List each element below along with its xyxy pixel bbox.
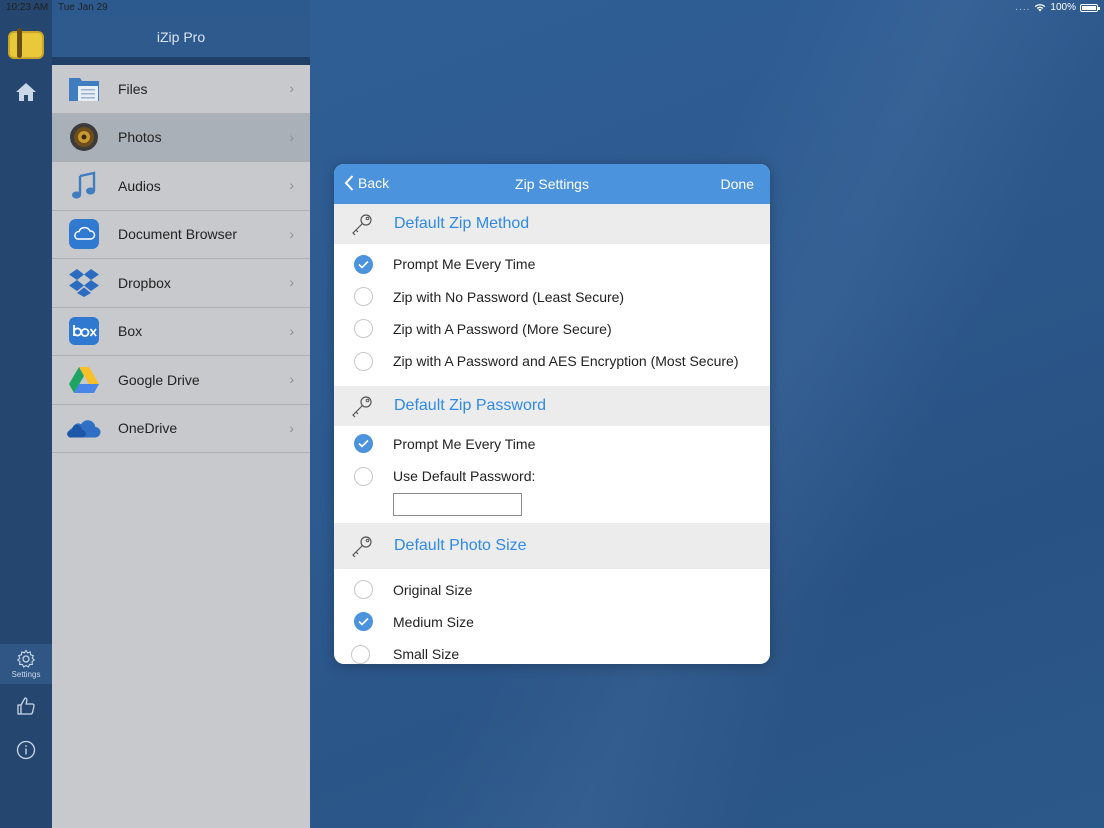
list-item-label: Files bbox=[118, 80, 148, 97]
zip-settings-dialog: Back Zip Settings Done Default Zip Metho… bbox=[334, 164, 770, 664]
status-bar: 10:23 AM Tue Jan 29 .... 100% bbox=[0, 0, 1104, 16]
list-item-google-drive[interactable]: Google Drive › bbox=[52, 356, 310, 405]
dropbox-icon bbox=[67, 266, 101, 300]
section-title: Default Zip Method bbox=[394, 215, 530, 232]
checkmark-icon bbox=[358, 440, 369, 448]
info-icon bbox=[16, 740, 36, 760]
option-password-default[interactable]: Use Default Password: bbox=[334, 460, 770, 492]
list-item-document-browser[interactable]: Document Browser › bbox=[52, 210, 310, 259]
chevron-right-icon: › bbox=[289, 322, 294, 339]
wifi-icon bbox=[1035, 4, 1046, 12]
option-original-size[interactable]: Original Size bbox=[334, 573, 770, 605]
option-label: Use Default Password: bbox=[393, 468, 536, 485]
left-rail: Settings bbox=[0, 0, 52, 828]
radio-unchecked[interactable] bbox=[351, 644, 370, 664]
status-indicators: .... 100% bbox=[1015, 2, 1100, 13]
radio-unchecked[interactable] bbox=[354, 580, 373, 600]
list-item-label: Photos bbox=[118, 129, 162, 146]
radio-checked[interactable] bbox=[354, 612, 373, 632]
chevron-right-icon: › bbox=[289, 274, 294, 290]
section-title: Default Zip Password bbox=[394, 396, 547, 414]
option-medium-size[interactable]: Medium Size bbox=[334, 606, 770, 638]
default-password-input[interactable] bbox=[393, 493, 522, 517]
list-item-label: OneDrive bbox=[118, 420, 178, 437]
key-icon bbox=[352, 395, 372, 417]
option-label: Small Size bbox=[393, 646, 460, 663]
list-item-label: Document Browser bbox=[118, 226, 238, 243]
home-button[interactable] bbox=[0, 74, 52, 110]
cloud-icon bbox=[67, 217, 101, 251]
home-icon bbox=[16, 83, 36, 101]
battery-icon bbox=[1080, 3, 1100, 12]
done-button[interactable]: Done bbox=[721, 176, 754, 192]
radio-checked[interactable] bbox=[354, 254, 373, 274]
checkmark-icon bbox=[358, 260, 369, 269]
option-label: Original Size bbox=[393, 581, 473, 598]
radio-unchecked[interactable] bbox=[354, 287, 373, 307]
chevron-right-icon: › bbox=[289, 128, 294, 145]
onedrive-icon bbox=[67, 411, 101, 445]
option-label: Prompt Me Every Time bbox=[393, 256, 536, 273]
key-icon bbox=[352, 214, 372, 236]
battery-percent: 100% bbox=[1050, 2, 1076, 13]
key-icon bbox=[352, 536, 372, 558]
option-method-prompt[interactable]: Prompt Me Every Time bbox=[334, 248, 770, 280]
status-time: 10:23 AM bbox=[6, 2, 49, 13]
app-logo-icon bbox=[8, 28, 44, 59]
settings-button[interactable]: Settings bbox=[0, 644, 52, 684]
option-label: Zip with A Password (More Secure) bbox=[393, 320, 612, 337]
google-drive-icon bbox=[67, 363, 101, 397]
panel-header: iZip Pro bbox=[52, 16, 310, 57]
dialog-title: Zip Settings bbox=[515, 176, 589, 192]
chevron-right-icon: › bbox=[289, 225, 294, 242]
option-label: Medium Size bbox=[393, 613, 474, 630]
chevron-right-icon: › bbox=[289, 419, 294, 436]
settings-label: Settings bbox=[11, 670, 41, 679]
radio-unchecked[interactable] bbox=[354, 466, 373, 486]
list-item-audios[interactable]: Audios › bbox=[52, 162, 310, 211]
radio-checked[interactable] bbox=[354, 434, 373, 454]
gear-icon bbox=[16, 649, 36, 668]
list-item-photos[interactable]: Photos › bbox=[52, 113, 310, 162]
chevron-right-icon: › bbox=[289, 80, 294, 96]
section-header-zip-password: Default Zip Password bbox=[334, 385, 770, 426]
signal-dots: .... bbox=[1015, 2, 1031, 13]
list-item-label: Box bbox=[118, 323, 143, 340]
list-item-label: Audios bbox=[118, 177, 161, 194]
radio-unchecked[interactable] bbox=[354, 351, 373, 371]
option-label: Prompt Me Every Time bbox=[393, 435, 536, 452]
section-header-zip-method: Default Zip Method bbox=[334, 204, 770, 244]
option-password-prompt[interactable]: Prompt Me Every Time bbox=[334, 428, 770, 460]
list-item-dropbox[interactable]: Dropbox › bbox=[52, 259, 310, 308]
folder-icon bbox=[67, 72, 101, 106]
option-method-no-password[interactable]: Zip with No Password (Least Secure) bbox=[334, 280, 770, 312]
panel-title: iZip Pro bbox=[156, 28, 206, 45]
chevron-right-icon: › bbox=[289, 371, 294, 387]
list-item-label: Google Drive bbox=[118, 371, 200, 388]
option-method-aes[interactable]: Zip with A Password and AES Encryption (… bbox=[334, 345, 770, 377]
section-title: Default Photo Size bbox=[394, 537, 527, 555]
chevron-right-icon: › bbox=[289, 177, 294, 193]
status-date: Tue Jan 29 bbox=[58, 2, 108, 13]
panel-divider bbox=[52, 57, 310, 65]
list-item-label: Dropbox bbox=[118, 274, 171, 291]
list-item-files[interactable]: Files › bbox=[52, 65, 310, 114]
option-small-size[interactable]: Small Size bbox=[334, 638, 770, 664]
option-label: Zip with No Password (Least Secure) bbox=[393, 288, 625, 305]
like-button[interactable] bbox=[0, 688, 52, 724]
list-item-onedrive[interactable]: OneDrive › bbox=[52, 404, 310, 453]
box-icon bbox=[67, 314, 101, 348]
option-method-password[interactable]: Zip with A Password (More Secure) bbox=[334, 313, 770, 345]
dialog-header: Back Zip Settings Done bbox=[334, 164, 770, 204]
source-panel: iZip Pro Files › Photos › Audios › Docum… bbox=[52, 16, 310, 828]
list-item-box[interactable]: Box › bbox=[52, 307, 310, 356]
info-button[interactable] bbox=[0, 732, 52, 768]
photos-icon bbox=[67, 120, 101, 154]
option-label: Zip with A Password and AES Encryption (… bbox=[393, 353, 739, 370]
section-header-photo-size: Default Photo Size bbox=[334, 523, 770, 570]
thumbs-up-icon bbox=[17, 697, 35, 715]
radio-unchecked[interactable] bbox=[354, 319, 373, 339]
checkmark-icon bbox=[358, 618, 369, 627]
music-note-icon bbox=[67, 169, 101, 203]
